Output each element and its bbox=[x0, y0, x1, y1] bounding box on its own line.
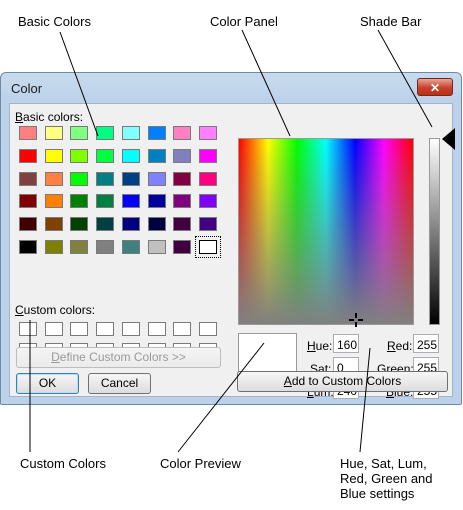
callout-color-preview: Color Preview bbox=[160, 456, 241, 471]
label-text: asic colors: bbox=[23, 110, 84, 124]
callout-color-panel: Color Panel bbox=[210, 14, 278, 29]
basic-color-swatch[interactable] bbox=[147, 240, 166, 254]
custom-color-swatch[interactable] bbox=[70, 322, 89, 336]
basic-color-swatch[interactable] bbox=[198, 148, 217, 163]
basic-color-swatch[interactable] bbox=[198, 126, 217, 140]
mnemonic: C bbox=[15, 303, 24, 317]
custom-colors-label: Custom colors: bbox=[15, 303, 95, 317]
add-to-custom-colors-button[interactable]: Add to Custom Colors bbox=[237, 371, 448, 392]
dialog-body: Basic colors: Custom colors: Define Cust… bbox=[9, 103, 455, 399]
basic-color-swatch[interactable] bbox=[121, 126, 140, 140]
shade-slider-arrow[interactable] bbox=[442, 128, 455, 150]
basic-color-swatch[interactable] bbox=[121, 240, 140, 254]
basic-color-swatch[interactable] bbox=[173, 240, 192, 254]
basic-color-swatch[interactable] bbox=[198, 194, 217, 209]
basic-color-swatch[interactable] bbox=[96, 240, 115, 254]
color-panel[interactable] bbox=[238, 138, 414, 327]
basic-color-swatch[interactable] bbox=[44, 171, 63, 186]
basic-color-swatch[interactable] bbox=[19, 194, 37, 209]
basic-color-swatch[interactable] bbox=[19, 148, 37, 163]
red-label: Red: bbox=[387, 339, 412, 353]
basic-color-swatch[interactable] bbox=[173, 171, 192, 186]
basic-color-swatch[interactable] bbox=[147, 126, 166, 140]
label-text: ustom colors: bbox=[23, 303, 96, 317]
basic-color-swatch[interactable] bbox=[173, 148, 192, 163]
custom-color-swatch[interactable] bbox=[19, 322, 37, 336]
basic-color-swatch[interactable] bbox=[70, 217, 89, 232]
hue-label: Hue: bbox=[307, 339, 332, 353]
custom-color-swatch[interactable] bbox=[121, 322, 140, 336]
red-field[interactable] bbox=[413, 334, 439, 353]
basic-color-swatch[interactable] bbox=[194, 236, 221, 258]
basic-color-swatch[interactable] bbox=[173, 126, 192, 140]
basic-color-swatch[interactable] bbox=[19, 171, 37, 186]
basic-color-swatch[interactable] bbox=[121, 148, 140, 163]
custom-color-swatch[interactable] bbox=[198, 322, 217, 336]
basic-color-swatch[interactable] bbox=[147, 148, 166, 163]
mnemonic: R bbox=[387, 339, 396, 353]
basic-color-swatch[interactable] bbox=[96, 217, 115, 232]
cancel-button[interactable]: Cancel bbox=[88, 373, 151, 394]
define-custom-colors-button[interactable]: Define Custom Colors >> bbox=[16, 347, 221, 368]
mnemonic: D bbox=[51, 350, 60, 364]
callout-settings-line: Red, Green and bbox=[340, 471, 433, 486]
basic-color-swatch[interactable] bbox=[121, 194, 140, 209]
basic-color-swatch[interactable] bbox=[96, 171, 115, 186]
basic-color-swatch[interactable] bbox=[70, 148, 89, 163]
basic-color-swatch[interactable] bbox=[44, 148, 63, 163]
basic-color-swatch[interactable] bbox=[44, 194, 63, 209]
basic-color-swatch[interactable] bbox=[173, 194, 192, 209]
hue-field[interactable] bbox=[333, 334, 359, 353]
callout-settings: Hue, Sat, Lum, Red, Green and Blue setti… bbox=[340, 456, 433, 501]
basic-color-swatch[interactable] bbox=[44, 217, 63, 232]
custom-color-swatch[interactable] bbox=[96, 322, 115, 336]
mnemonic: A bbox=[283, 374, 292, 388]
crosshair-cursor[interactable] bbox=[349, 313, 363, 327]
callout-custom-colors: Custom Colors bbox=[20, 456, 106, 471]
label-text: ue: bbox=[315, 339, 333, 353]
ok-button[interactable]: OK bbox=[16, 373, 79, 394]
basic-color-swatch[interactable] bbox=[70, 194, 89, 209]
close-icon: ✕ bbox=[429, 81, 441, 95]
basic-color-swatch[interactable] bbox=[198, 217, 217, 232]
button-text: dd to Custom Colors bbox=[291, 374, 402, 388]
button-text: efine Custom Colors >> bbox=[59, 350, 186, 364]
mnemonic: H bbox=[307, 339, 316, 353]
mnemonic: B bbox=[15, 110, 24, 124]
basic-color-swatch[interactable] bbox=[19, 126, 37, 140]
basic-color-swatch[interactable] bbox=[44, 240, 63, 254]
basic-color-swatch[interactable] bbox=[19, 217, 37, 232]
shade-bar[interactable] bbox=[429, 138, 440, 325]
dialog-title: Color bbox=[11, 81, 43, 96]
basic-color-swatch[interactable] bbox=[173, 217, 192, 232]
basic-color-swatch[interactable] bbox=[96, 126, 115, 140]
label-text: ed: bbox=[395, 339, 413, 353]
basic-color-swatch[interactable] bbox=[121, 171, 140, 186]
custom-color-swatch[interactable] bbox=[44, 322, 63, 336]
basic-color-swatch[interactable] bbox=[96, 148, 115, 163]
title-bar[interactable]: Color ✕ bbox=[1, 73, 461, 103]
custom-color-swatch[interactable] bbox=[173, 322, 192, 336]
basic-color-swatch[interactable] bbox=[44, 126, 63, 140]
basic-color-swatch[interactable] bbox=[19, 240, 37, 254]
basic-colors-label: Basic colors: bbox=[15, 110, 83, 124]
basic-color-swatch[interactable] bbox=[147, 171, 166, 186]
basic-color-swatch[interactable] bbox=[96, 194, 115, 209]
basic-color-swatch[interactable] bbox=[121, 217, 140, 232]
basic-color-swatch[interactable] bbox=[70, 126, 89, 140]
callout-shade-bar: Shade Bar bbox=[360, 14, 422, 29]
basic-color-swatch[interactable] bbox=[147, 217, 166, 232]
callout-settings-line: Hue, Sat, Lum, bbox=[340, 456, 427, 471]
basic-color-swatch[interactable] bbox=[198, 171, 217, 186]
basic-color-swatch[interactable] bbox=[70, 171, 89, 186]
callout-basic-colors: Basic Colors bbox=[18, 14, 91, 29]
basic-color-swatch[interactable] bbox=[70, 240, 89, 254]
custom-color-swatch[interactable] bbox=[147, 322, 166, 336]
color-dialog: Color ✕ Basic colors: Custom colors: Def… bbox=[0, 72, 462, 405]
callout-settings-line: Blue settings bbox=[340, 486, 415, 501]
basic-color-swatch[interactable] bbox=[147, 194, 166, 209]
close-button[interactable]: ✕ bbox=[417, 78, 453, 96]
